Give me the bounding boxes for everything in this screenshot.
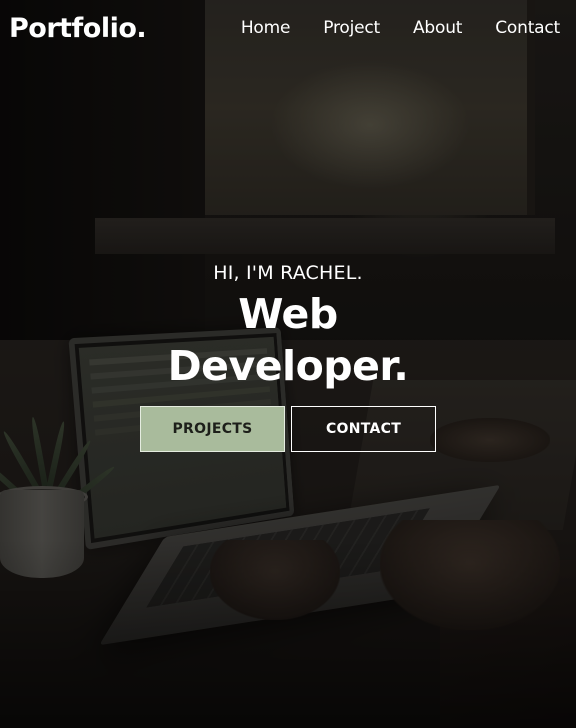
nav-link-about[interactable]: About: [380, 18, 462, 38]
nav-item: Contact: [462, 18, 560, 38]
top-navigation: Portfolio. Home Project About Contact: [0, 0, 576, 56]
hero-buttons: PROJECTS CONTACT: [0, 406, 576, 452]
nav-link-project[interactable]: Project: [290, 18, 380, 38]
hero-title: Web Developer.: [0, 288, 576, 392]
hero-section: Portfolio. Home Project About Contact HI…: [0, 0, 576, 728]
projects-button[interactable]: PROJECTS: [140, 406, 285, 452]
contact-button[interactable]: CONTACT: [291, 406, 436, 452]
hero-greeting: HI, I'M RACHEL.: [213, 262, 363, 284]
nav-item: Project: [290, 18, 380, 38]
nav-item: About: [380, 18, 462, 38]
nav-item: Home: [208, 18, 291, 38]
nav-link-contact[interactable]: Contact: [462, 18, 560, 38]
nav-link-home[interactable]: Home: [208, 18, 291, 38]
hero-content: HI, I'M RACHEL. Web Developer. PROJECTS …: [0, 262, 576, 452]
hero-title-line-2: Developer.: [167, 342, 409, 390]
hero-title-line-1: Web: [238, 290, 338, 338]
nav-menu: Home Project About Contact: [208, 18, 560, 38]
brand-logo[interactable]: Portfolio.: [9, 13, 147, 44]
